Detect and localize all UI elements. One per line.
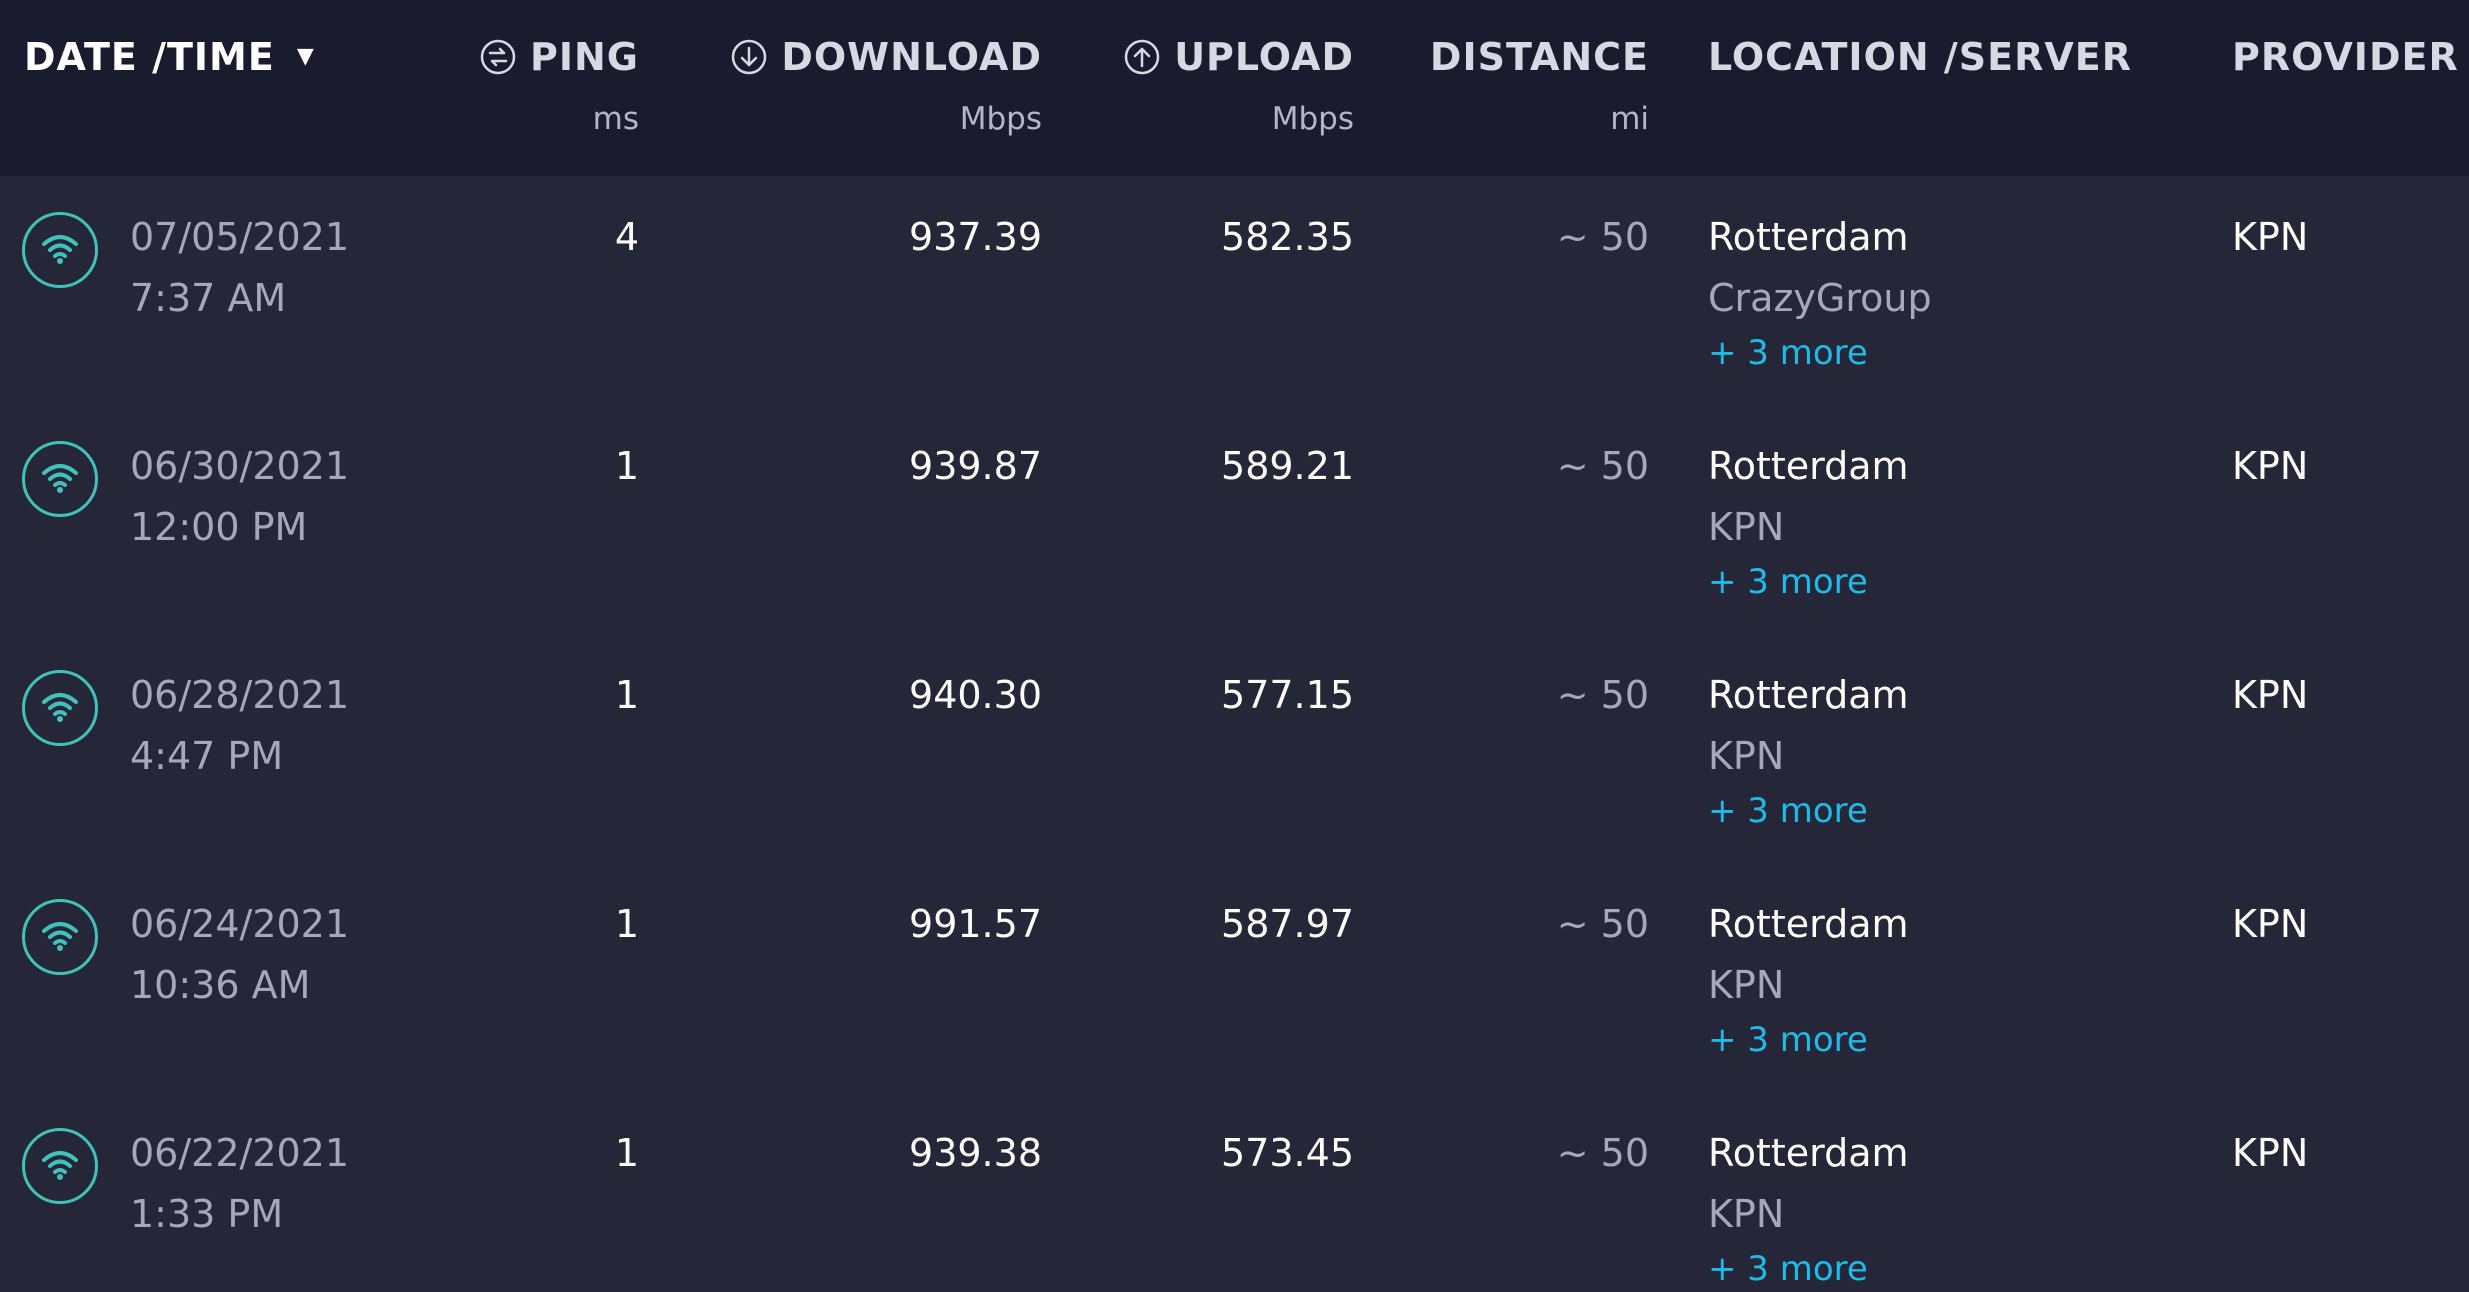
result-date: 06/22/2021: [130, 1131, 350, 1175]
upload-value: 573.45: [1221, 1131, 1354, 1175]
table-row[interactable]: 06/30/2021 12:00 PM 1 939.87 589.21 ~ 50…: [0, 229, 2469, 599]
provider-name: KPN: [2232, 1131, 2309, 1175]
download-value: 939.38: [909, 1131, 1042, 1175]
distance-value: ~ 50: [1556, 1131, 1649, 1175]
table-row[interactable]: 06/22/2021 1:33 PM 1 939.38 573.45 ~ 50 …: [0, 916, 2469, 1286]
table-row[interactable]: 06/24/2021 10:36 AM 1 991.57 587.97 ~ 50…: [0, 687, 2469, 1057]
more-servers-link[interactable]: + 3 more: [1708, 1252, 1868, 1286]
result-time: 1:33 PM: [130, 1192, 284, 1236]
location-name: Rotterdam: [1708, 1131, 1909, 1175]
wifi-icon: [22, 1128, 98, 1204]
results-history-table: DATE /TIME ▼ PING ms DOWNLOAD Mbps UPLOA…: [0, 0, 2469, 1292]
table-row[interactable]: 06/28/2021 4:47 PM 1 940.30 577.15 ~ 50 …: [0, 458, 2469, 828]
server-name: KPN: [1708, 1192, 1785, 1236]
ping-value: 1: [614, 1131, 639, 1175]
table-row[interactable]: 07/05/2021 7:37 AM 4 937.39 582.35 ~ 50 …: [0, 0, 2469, 370]
